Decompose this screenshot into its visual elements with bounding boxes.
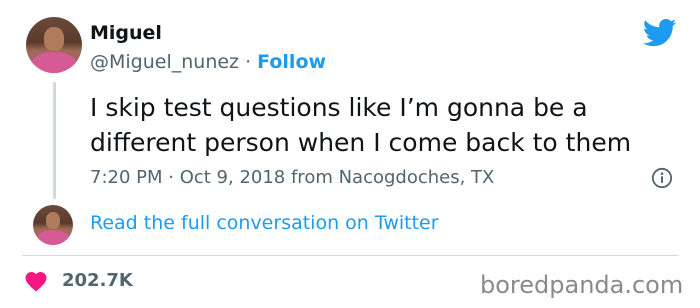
- tweet-text: I skip test questions like I’m gonna be …: [90, 90, 680, 160]
- tweet-date-location[interactable]: Oct 9, 2018 from Nacogdoches, TX: [180, 167, 495, 188]
- read-conversation-link[interactable]: Read the full conversation on Twitter: [90, 212, 439, 234]
- tweet-text-line-2: different person when I come back to the…: [90, 128, 632, 157]
- author-handle[interactable]: @Miguel_nunez: [90, 51, 239, 73]
- meta-separator: ·: [162, 167, 180, 188]
- tweet-embed-card: Miguel @Miguel_nunez · Follow I skip tes…: [0, 0, 700, 308]
- twitter-bird-icon[interactable]: [643, 18, 677, 48]
- avatar-face: [43, 27, 65, 51]
- author-name[interactable]: Miguel: [90, 22, 162, 44]
- author-avatar[interactable]: [26, 17, 82, 73]
- watermark: boredpanda.com: [480, 271, 684, 299]
- info-icon[interactable]: [651, 167, 673, 189]
- thread-line: [53, 82, 56, 199]
- like-count[interactable]: 202.7K: [62, 270, 133, 291]
- divider: [22, 255, 678, 256]
- heart-icon[interactable]: [24, 270, 48, 292]
- avatar-shirt: [36, 229, 70, 245]
- tweet-text-line-1: I skip test questions like I’m gonna be …: [90, 93, 588, 122]
- avatar-shirt: [30, 51, 78, 73]
- avatar-face: [45, 212, 61, 229]
- tweet-time[interactable]: 7:20 PM: [90, 167, 163, 188]
- author-handle-row: @Miguel_nunez · Follow: [90, 51, 326, 73]
- handle-separator: ·: [239, 51, 258, 73]
- reply-avatar[interactable]: [33, 205, 73, 245]
- follow-button[interactable]: Follow: [257, 51, 326, 73]
- tweet-meta: 7:20 PM · Oct 9, 2018 from Nacogdoches, …: [90, 167, 494, 188]
